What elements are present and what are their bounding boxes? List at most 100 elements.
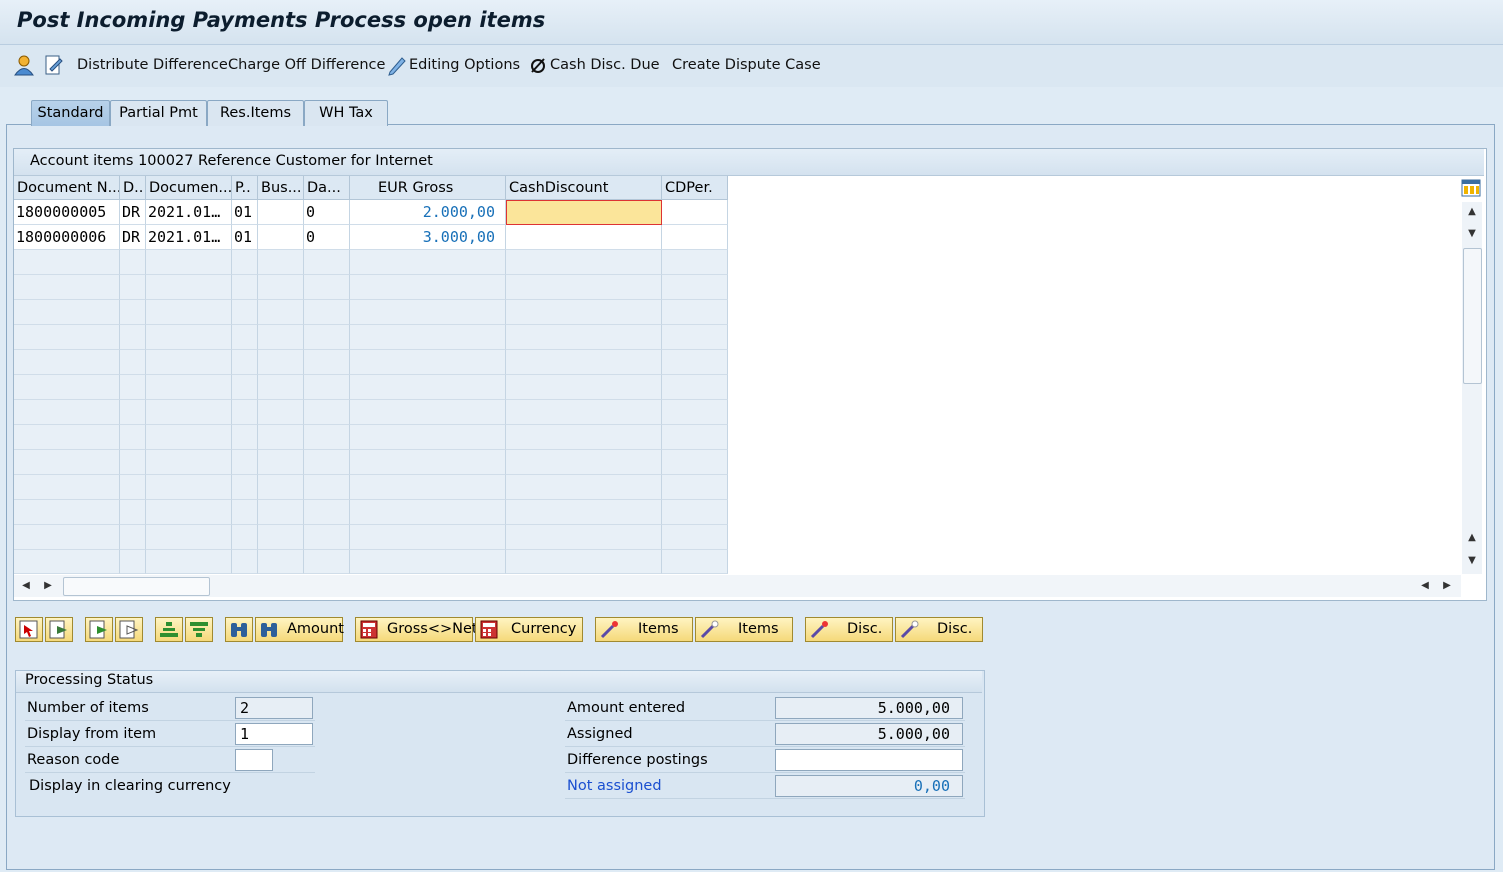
column-layout-icon[interactable] (1461, 178, 1481, 198)
empty-cell (232, 275, 258, 300)
empty-cell (506, 450, 662, 475)
cd-per-input[interactable] (662, 225, 728, 250)
empty-cell (120, 500, 146, 525)
scroll-down-icon[interactable]: ▼ (1465, 227, 1479, 241)
scroll-left-icon[interactable]: ◀ (1418, 579, 1432, 593)
empty-cell (662, 300, 728, 325)
display-clearing-currency-label[interactable]: Display in clearing currency (29, 778, 231, 794)
disc-button-1[interactable]: Disc. (805, 617, 893, 642)
cash-disc-due-button[interactable]: Cash Disc. Due (550, 57, 660, 73)
column-header-bus-area[interactable]: Bus... (258, 176, 304, 200)
table-cell[interactable]: 01 (232, 225, 258, 250)
scroll-left-icon[interactable]: ◀ (19, 579, 33, 593)
create-dispute-case-button[interactable]: Create Dispute Case (672, 57, 821, 73)
table-cell-eur-gross[interactable]: 2.000,00 (350, 200, 506, 225)
empty-cell (506, 550, 662, 574)
horizontal-scrollbar[interactable] (14, 575, 1461, 597)
empty-cell (304, 375, 350, 400)
search-amount-button[interactable]: Amount (255, 617, 344, 642)
empty-cell (350, 275, 506, 300)
empty-cell (120, 425, 146, 450)
column-header-document-no[interactable]: Document N... (14, 176, 120, 200)
magic-wand-icon (810, 621, 828, 639)
table-cell[interactable]: 2021.01… (146, 225, 232, 250)
disc-button-2[interactable]: Disc. (895, 617, 983, 642)
empty-cell (14, 250, 120, 275)
table-cell[interactable]: 01 (232, 200, 258, 225)
empty-cell (350, 375, 506, 400)
table-cell[interactable]: DR (120, 200, 146, 225)
items-button-2[interactable]: Items (695, 617, 793, 642)
table-cell[interactable] (258, 225, 304, 250)
difference-postings-field[interactable] (775, 749, 963, 771)
empty-cell (258, 400, 304, 425)
empty-cell (146, 275, 232, 300)
cash-discount-input[interactable] (506, 225, 662, 250)
empty-cell (14, 275, 120, 300)
empty-cell (662, 350, 728, 375)
items-button-1[interactable]: Items (595, 617, 693, 642)
column-header-days[interactable]: Da... (304, 176, 350, 200)
empty-cell (146, 475, 232, 500)
scrollbar-thumb[interactable] (63, 577, 210, 596)
empty-cell (232, 425, 258, 450)
table-cell[interactable]: 1800000005 (14, 200, 120, 225)
table-cell[interactable]: 0 (304, 225, 350, 250)
column-header-doc-date[interactable]: Documen... (146, 176, 232, 200)
editing-options-button[interactable]: Editing Options (409, 57, 520, 73)
deactivate-items-button[interactable] (115, 617, 143, 642)
empty-cell (14, 425, 120, 450)
cash-discount-input[interactable] (506, 200, 662, 225)
column-header-doc-type[interactable]: D.. (120, 176, 146, 200)
search-button[interactable] (225, 617, 253, 642)
select-all-button[interactable] (15, 617, 43, 642)
edit-document-icon[interactable] (43, 54, 65, 76)
sort-ascending-button[interactable] (155, 617, 183, 642)
column-header-cd-per[interactable]: CDPer. (662, 176, 728, 200)
empty-cell (258, 425, 304, 450)
empty-cell (304, 425, 350, 450)
assigned-field: 5.000,00 (775, 723, 963, 745)
display-from-item-input[interactable]: 1 (235, 723, 313, 745)
empty-cell (506, 425, 662, 450)
scrollbar-thumb[interactable] (1463, 248, 1482, 384)
empty-cell (120, 375, 146, 400)
scroll-up-icon[interactable]: ▲ (1465, 205, 1479, 219)
tab-wh-tax[interactable]: WH Tax (304, 100, 388, 126)
empty-cell (258, 350, 304, 375)
tab-partial-pmt[interactable]: Partial Pmt (110, 100, 207, 126)
reason-code-input[interactable] (235, 749, 273, 771)
empty-cell (120, 525, 146, 550)
column-header-posting-key[interactable]: P.. (232, 176, 258, 200)
activate-items-button[interactable] (85, 617, 113, 642)
empty-cell (146, 450, 232, 475)
tab-res-items[interactable]: Res.Items (207, 100, 304, 126)
table-cell[interactable]: 0 (304, 200, 350, 225)
scroll-right-icon[interactable]: ▶ (1440, 579, 1454, 593)
table-cell-eur-gross[interactable]: 3.000,00 (350, 225, 506, 250)
column-header-eur-gross[interactable]: EUR Gross (350, 176, 506, 200)
empty-cell (304, 525, 350, 550)
cd-per-input[interactable] (662, 200, 728, 225)
table-cell[interactable]: DR (120, 225, 146, 250)
amount-entered-field: 5.000,00 (775, 697, 963, 719)
table-cell[interactable]: 1800000006 (14, 225, 120, 250)
gross-net-button[interactable]: Gross<>Net (355, 617, 478, 642)
deselect-all-button[interactable] (45, 617, 73, 642)
scroll-right-icon[interactable]: ▶ (41, 579, 55, 593)
items-label: Items (738, 621, 779, 637)
person-icon[interactable] (13, 54, 35, 76)
empty-cell (304, 325, 350, 350)
sort-descending-button[interactable] (185, 617, 213, 642)
distribute-difference-button[interactable]: Distribute Difference (77, 57, 228, 73)
scroll-down-icon[interactable]: ▼ (1465, 554, 1479, 568)
empty-cell (350, 350, 506, 375)
currency-button[interactable]: Currency (475, 617, 583, 642)
column-header-cash-discount[interactable]: CashDiscount (506, 176, 662, 200)
pencil-icon (386, 54, 408, 76)
tab-standard[interactable]: Standard (31, 100, 110, 126)
table-cell[interactable] (258, 200, 304, 225)
scroll-up-icon[interactable]: ▲ (1465, 531, 1479, 545)
charge-off-difference-button[interactable]: Charge Off Difference (228, 57, 385, 73)
table-cell[interactable]: 2021.01… (146, 200, 232, 225)
